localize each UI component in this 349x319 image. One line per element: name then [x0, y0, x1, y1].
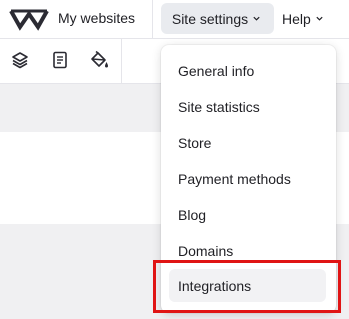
toolbar-divider — [121, 39, 122, 83]
chevron-down-icon — [316, 16, 323, 21]
webwave-logo-icon[interactable] — [8, 5, 50, 33]
help-label: Help — [282, 10, 311, 27]
paint-bucket-icon — [91, 50, 108, 68]
layers-button[interactable] — [8, 48, 32, 72]
menu-item-general-info[interactable]: General info — [169, 54, 326, 87]
menu-item-integrations[interactable]: Integrations — [169, 269, 326, 302]
site-settings-dropdown: General info Site statistics Store Payme… — [161, 45, 336, 313]
pages-button[interactable] — [48, 48, 72, 72]
site-settings-menu-button[interactable]: Site settings — [161, 3, 274, 34]
menu-item-payment-methods[interactable]: Payment methods — [169, 162, 326, 195]
menu-item-blog[interactable]: Blog — [169, 198, 326, 231]
layers-icon — [12, 52, 28, 69]
menu-item-domains[interactable]: Domains — [169, 234, 326, 267]
menu-item-store[interactable]: Store — [169, 126, 326, 159]
page-icon — [53, 51, 67, 69]
styles-button[interactable] — [87, 48, 111, 72]
chevron-down-icon — [253, 16, 260, 21]
my-websites-link[interactable]: My websites — [58, 9, 135, 27]
help-menu-button[interactable]: Help — [282, 3, 324, 34]
top-navigation-bar: My websites Site settings Help — [0, 0, 349, 39]
menu-item-site-statistics[interactable]: Site statistics — [169, 90, 326, 123]
site-settings-label: Site settings — [171, 10, 249, 27]
nav-divider — [152, 0, 153, 38]
